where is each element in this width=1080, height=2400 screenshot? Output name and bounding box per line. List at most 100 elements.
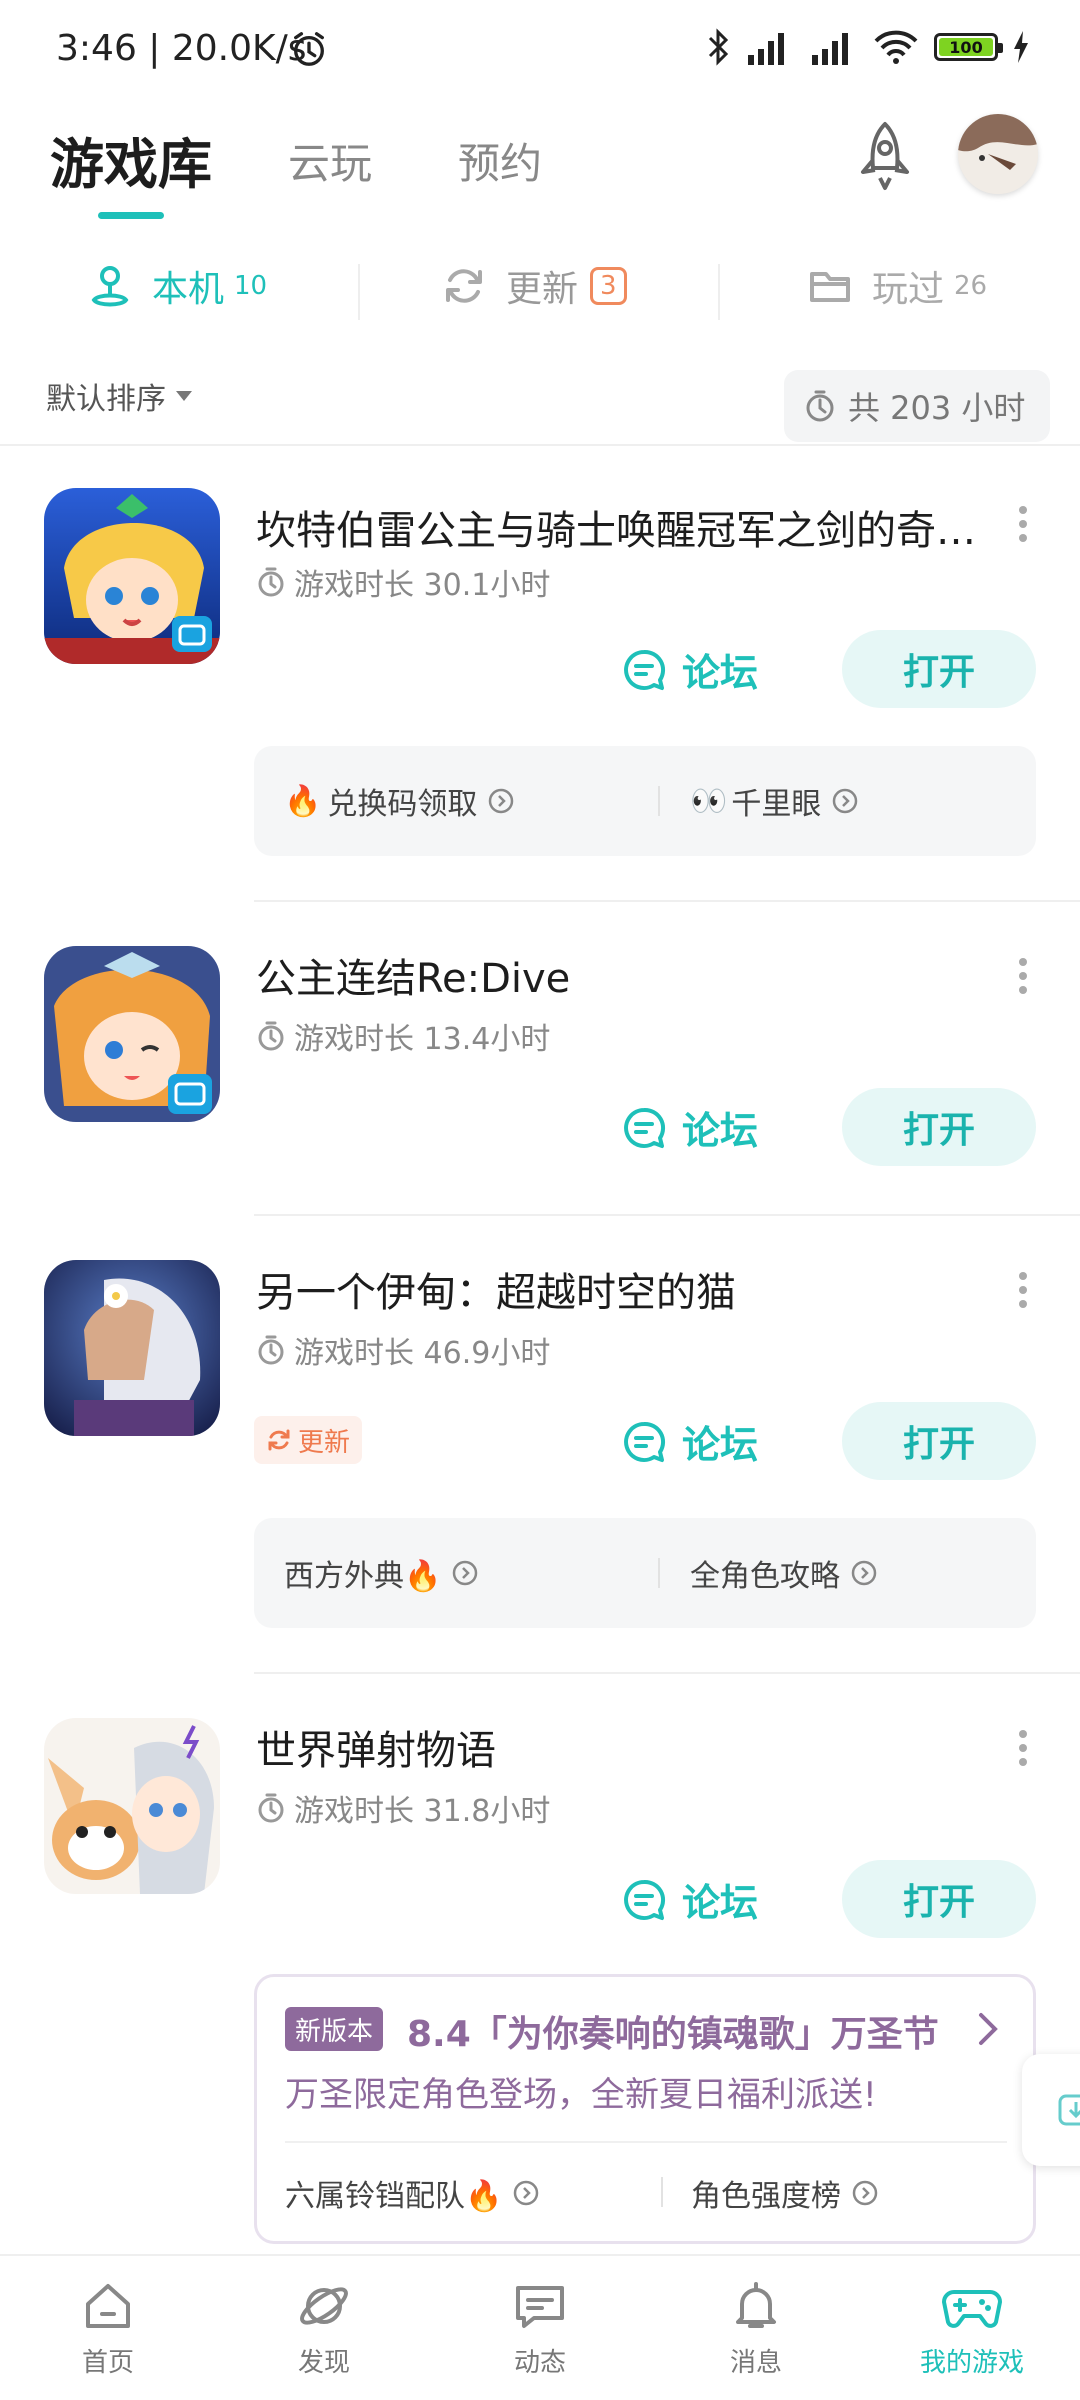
- nav-home-label: 首页: [81, 2348, 134, 2378]
- bell-icon: [736, 2282, 776, 2328]
- forum-button[interactable]: 论坛: [622, 642, 758, 697]
- chevron-down-icon: [176, 391, 192, 401]
- divider: [254, 1672, 1080, 1674]
- timer-icon: [258, 1021, 284, 1051]
- forum-button[interactable]: 论坛: [622, 1100, 758, 1155]
- subtab-updates[interactable]: 更新 3: [440, 260, 627, 312]
- divider: [254, 1214, 1080, 1216]
- chevron-circle-icon: [851, 1560, 877, 1586]
- game-icon[interactable]: [44, 946, 220, 1122]
- update-badge-label: 更新: [298, 1427, 351, 1458]
- nav-discover[interactable]: 发现: [254, 2278, 394, 2379]
- update-badge[interactable]: 更新: [254, 1416, 363, 1464]
- forum-button[interactable]: 论坛: [622, 1872, 758, 1927]
- forum-icon: [624, 649, 666, 690]
- fire-emoji: 🔥: [284, 783, 322, 819]
- chevron-circle-icon: [453, 1560, 478, 1586]
- chevron-circle-icon: [514, 2180, 539, 2206]
- quick-link-tier-list[interactable]: 角色强度榜: [691, 2143, 879, 2243]
- nav-my-games[interactable]: 我的游戏: [902, 2278, 1042, 2379]
- chevron-circle-icon: [489, 788, 514, 814]
- quick-link-telescope[interactable]: 👀 千里眼: [690, 746, 859, 856]
- charging-icon: [1014, 31, 1028, 63]
- more-icon[interactable]: [1015, 956, 1031, 996]
- quick-link-team-build[interactable]: 六属铃铛配队🔥: [285, 2143, 540, 2243]
- refresh-icon: [268, 1429, 290, 1451]
- forum-icon: [624, 1879, 666, 1920]
- open-button[interactable]: 打开: [842, 1860, 1036, 1938]
- more-icon[interactable]: [1015, 1728, 1031, 1768]
- nav-messages-label: 消息: [729, 2348, 782, 2378]
- subtab-local[interactable]: 本机 10: [86, 260, 267, 312]
- divider: [658, 1558, 660, 1588]
- nav-messages[interactable]: 消息: [686, 2278, 826, 2379]
- sort-label: 默认排序: [46, 382, 166, 417]
- nav-home[interactable]: 首页: [38, 2278, 178, 2379]
- divider: [658, 786, 660, 816]
- sort-dropdown[interactable]: 默认排序: [46, 374, 192, 418]
- game-icon[interactable]: [44, 488, 220, 664]
- timer-icon: [258, 1793, 284, 1823]
- planet-icon: [300, 2287, 348, 2325]
- avatar[interactable]: [958, 114, 1038, 194]
- tab-game-library[interactable]: 游戏库: [50, 120, 212, 199]
- status-time: 3:46 | 20.0K/s: [56, 28, 307, 69]
- game-icon[interactable]: [44, 1718, 220, 1894]
- open-button[interactable]: 打开: [842, 1402, 1036, 1480]
- chevron-right-icon[interactable]: [975, 2009, 1001, 2049]
- game-title: 世界弹射物语: [256, 1728, 496, 1774]
- quick-link-western-canon[interactable]: 西方外典🔥: [284, 1518, 479, 1628]
- more-icon[interactable]: [1015, 504, 1031, 544]
- divider: [254, 900, 1080, 902]
- battery-icon: 100: [934, 33, 1003, 61]
- game-playtime-label: 游戏时长 30.1小时: [294, 568, 551, 603]
- forum-button[interactable]: 论坛: [622, 1414, 758, 1469]
- divider: [358, 264, 360, 320]
- active-tab-indicator: [98, 212, 164, 219]
- forum-label: 论坛: [682, 1109, 759, 1153]
- eyes-emoji: 👀: [690, 783, 728, 819]
- game-playtime-label: 游戏时长 46.9小时: [294, 1336, 551, 1371]
- nav-feed-label: 动态: [513, 2348, 566, 2378]
- nav-feed[interactable]: 动态: [470, 2278, 610, 2379]
- total-playtime-label: 共 203 小时: [848, 389, 1026, 427]
- gamepad-icon: [942, 2290, 1002, 2328]
- open-button[interactable]: 打开: [842, 630, 1036, 708]
- chevron-circle-icon: [852, 2180, 878, 2206]
- game-title: 另一个伊甸：超越时空的猫: [256, 1270, 736, 1316]
- quick-link-label: 角色强度榜: [691, 2179, 841, 2214]
- signal-icon: [748, 33, 784, 65]
- quick-link-all-characters-guide[interactable]: 全角色攻略: [690, 1518, 878, 1628]
- wifi-icon: [874, 30, 918, 64]
- signal-icon-2: [812, 33, 848, 65]
- nav-my-games-label: 我的游戏: [919, 2348, 1024, 2378]
- tab-reservation[interactable]: 预约: [458, 130, 542, 191]
- subtab-updates-label: 更新: [506, 269, 579, 310]
- quick-link-label: 西方外典🔥: [284, 1559, 442, 1594]
- tab-cloud-play[interactable]: 云玩: [288, 130, 372, 191]
- game-playtime: 游戏时长 46.9小时: [256, 1328, 550, 1372]
- bluetooth-icon: [708, 28, 729, 66]
- open-button[interactable]: 打开: [842, 1088, 1036, 1166]
- subtab-local-label: 本机: [152, 269, 225, 310]
- status-icons: 100: [706, 28, 1030, 66]
- news-title: 8.4「为你奏响的镇魂歌」万圣节: [407, 2014, 939, 2055]
- quick-link-label: 六属铃铛配队🔥: [285, 2179, 503, 2214]
- forum-icon: [624, 1107, 666, 1148]
- more-icon[interactable]: [1015, 1270, 1031, 1310]
- game-title: 公主连结Re:Dive: [256, 956, 571, 1002]
- quick-link-redeem-code[interactable]: 🔥 兑换码领取: [284, 746, 515, 856]
- subtab-played[interactable]: 玩过 26: [806, 260, 987, 312]
- sub-tabs: 本机 10 更新 3 玩过 26: [0, 240, 1080, 340]
- rocket-icon[interactable]: [850, 118, 920, 198]
- news-card[interactable]: 新版本 8.4「为你奏响的镇魂歌」万圣节 万圣限定角色登场，全新夏日福利派送! …: [254, 1974, 1036, 2244]
- forum-label: 论坛: [682, 1881, 759, 1925]
- floating-download-button[interactable]: [1022, 2054, 1080, 2166]
- subtab-local-count: 10: [234, 271, 268, 301]
- top-nav: 游戏库 云玩 预约: [0, 110, 1080, 220]
- sort-row: 默认排序 共 203 小时: [0, 362, 1080, 442]
- total-playtime: 共 203 小时: [784, 370, 1050, 442]
- download-icon: [1058, 2094, 1080, 2126]
- timer-icon: [258, 567, 284, 597]
- game-icon[interactable]: [44, 1260, 220, 1436]
